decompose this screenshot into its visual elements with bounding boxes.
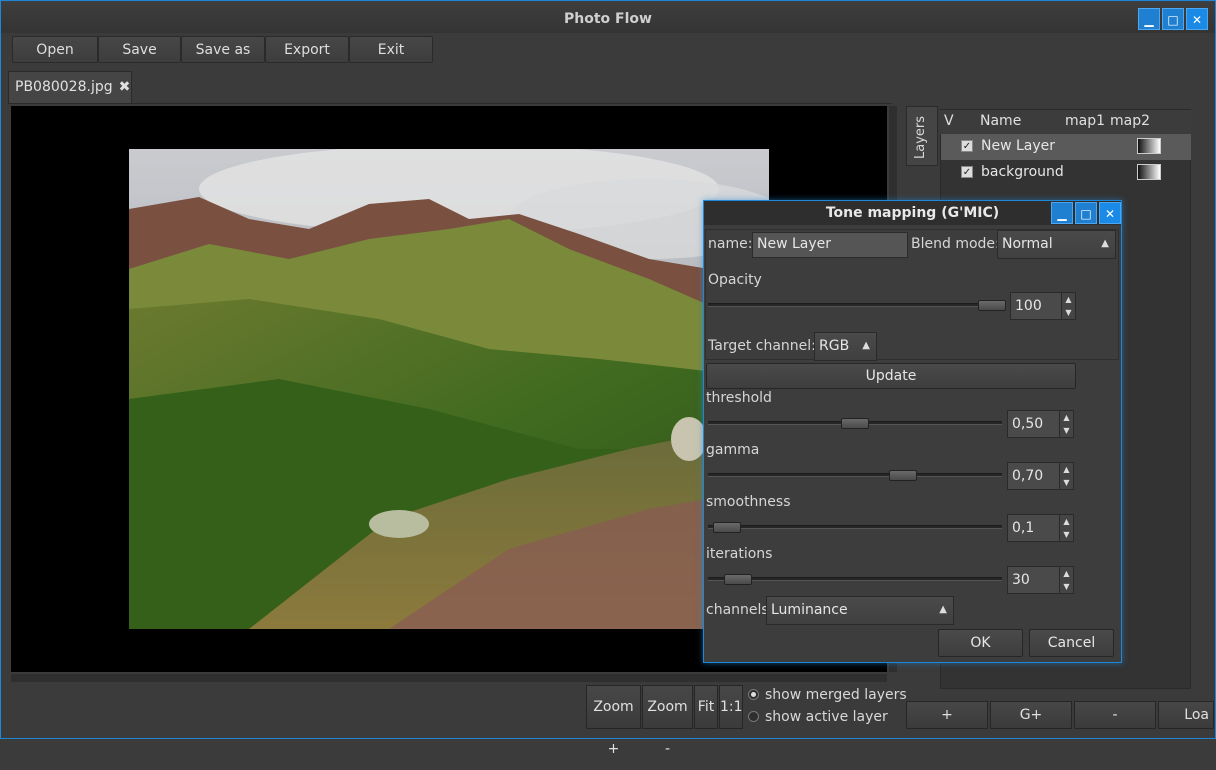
param-spinbox[interactable]: 0,1 ▲ ▼: [1007, 514, 1074, 542]
show-active-radio[interactable]: [748, 711, 759, 722]
spin-down-icon[interactable]: ▼: [1059, 476, 1073, 489]
load-button[interactable]: Loa: [1158, 701, 1214, 729]
chevron-updown-icon: ▲: [862, 340, 870, 351]
photo-image: [129, 149, 769, 629]
param-value: 0,1: [1012, 520, 1035, 536]
zoom-in-button[interactable]: Zoom +: [586, 685, 641, 757]
opacity-value: 100: [1015, 298, 1042, 314]
layer-mask-thumbnail[interactable]: [1137, 138, 1161, 154]
param-spinbox[interactable]: 0,50 ▲ ▼: [1007, 410, 1074, 438]
channels-value: Luminance: [771, 602, 848, 618]
layer-visible-checkbox[interactable]: ✓: [961, 140, 973, 152]
save-as-button[interactable]: Save as: [181, 36, 265, 63]
update-button[interactable]: Update: [706, 363, 1076, 389]
param-spinbox[interactable]: 0,70 ▲ ▼: [1007, 462, 1074, 490]
chevron-updown-icon: ▲: [1101, 238, 1109, 249]
param-slider-handle[interactable]: [889, 470, 917, 481]
spin-down-icon[interactable]: ▼: [1061, 306, 1075, 319]
param-value: 0,50: [1012, 416, 1044, 432]
layers-header: V Name map1 map2: [940, 110, 1191, 134]
opacity-label: Opacity: [708, 272, 762, 288]
col-name: Name: [980, 113, 1022, 129]
zoom-out-button[interactable]: Zoom -: [642, 685, 693, 757]
channels-select[interactable]: Luminance ▲: [766, 596, 954, 625]
opacity-slider-track[interactable]: [708, 303, 1006, 307]
layer-visible-checkbox[interactable]: ✓: [961, 166, 973, 178]
spin-down-icon[interactable]: ▼: [1059, 528, 1073, 541]
one-to-one-button[interactable]: 1:1: [719, 685, 743, 729]
tab-document[interactable]: PB080028.jpg ✖: [8, 71, 132, 103]
opacity-slider-handle[interactable]: [978, 300, 1006, 311]
layer-name: New Layer: [981, 138, 1056, 154]
param-label: gamma: [706, 442, 760, 458]
param-slider-handle[interactable]: [841, 418, 869, 429]
opacity-spinbox[interactable]: 100 ▲ ▼: [1010, 292, 1076, 320]
channels-label: channels: [706, 602, 769, 618]
col-visible: V: [944, 113, 954, 129]
spin-up-icon[interactable]: ▲: [1059, 463, 1073, 476]
param-label: iterations: [706, 546, 773, 562]
param-slider-track[interactable]: [708, 473, 1002, 477]
target-channel-value: RGB: [819, 338, 850, 354]
spin-up-icon[interactable]: ▲: [1061, 293, 1075, 306]
param-slider-track[interactable]: [708, 577, 1002, 581]
fit-button[interactable]: Fit: [694, 685, 718, 729]
param-slider-handle[interactable]: [724, 574, 752, 585]
param-slider-track[interactable]: [708, 525, 1002, 529]
layer-name: background: [981, 164, 1064, 180]
ok-button[interactable]: OK: [938, 629, 1023, 657]
window-title: Photo Flow: [1, 1, 1215, 33]
param-spinbox[interactable]: 30 ▲ ▼: [1007, 566, 1074, 594]
name-label: name:: [708, 236, 753, 252]
param-slider-handle[interactable]: [713, 522, 741, 533]
blend-mode-select[interactable]: Normal ▲: [997, 230, 1116, 259]
show-merged-radio[interactable]: [748, 689, 759, 700]
param-label: threshold: [706, 390, 772, 406]
col-map1: map1: [1065, 113, 1106, 129]
minimize-icon[interactable]: ▁: [1138, 8, 1160, 30]
show-active-label: show active layer: [765, 709, 888, 725]
blend-mode-label: Blend mode:: [911, 236, 1000, 252]
tab-divider: [8, 103, 892, 104]
param-value: 0,70: [1012, 468, 1044, 484]
close-icon[interactable]: ✕: [1186, 8, 1208, 30]
layers-tab[interactable]: Layers: [906, 106, 938, 166]
col-map2: map2: [1110, 113, 1151, 129]
spin-down-icon[interactable]: ▼: [1059, 580, 1073, 593]
canvas-horizontal-scrollbar[interactable]: [11, 674, 887, 682]
dialog-close-icon[interactable]: ✕: [1099, 202, 1121, 224]
tab-label: PB080028.jpg: [15, 79, 113, 95]
export-button[interactable]: Export: [265, 36, 349, 63]
add-group-button[interactable]: G+: [990, 701, 1072, 729]
add-layer-button[interactable]: +: [906, 701, 988, 729]
open-button[interactable]: Open: [12, 36, 98, 63]
target-channel-select[interactable]: RGB ▲: [814, 332, 877, 361]
name-input[interactable]: New Layer: [752, 232, 908, 258]
dialog-minimize-icon[interactable]: ▁: [1051, 202, 1073, 224]
maximize-icon[interactable]: □: [1162, 8, 1184, 30]
chevron-updown-icon: ▲: [939, 604, 947, 615]
layer-row[interactable]: ✓ background: [941, 160, 1191, 186]
cancel-button[interactable]: Cancel: [1029, 629, 1114, 657]
blend-mode-value: Normal: [1002, 236, 1053, 252]
spin-up-icon[interactable]: ▲: [1059, 515, 1073, 528]
layers-tab-label: Layers: [913, 115, 928, 159]
spin-up-icon[interactable]: ▲: [1059, 411, 1073, 424]
spin-up-icon[interactable]: ▲: [1059, 567, 1073, 580]
show-merged-label: show merged layers: [765, 687, 907, 703]
layer-mask-thumbnail[interactable]: [1137, 164, 1161, 180]
save-button[interactable]: Save: [98, 36, 181, 63]
layer-row[interactable]: ✓ New Layer: [941, 134, 1191, 160]
target-channel-label: Target channel:: [708, 338, 816, 354]
exit-button[interactable]: Exit: [349, 36, 433, 63]
dialog-maximize-icon[interactable]: □: [1075, 202, 1097, 224]
tab-close-icon[interactable]: ✖: [119, 79, 131, 95]
spin-down-icon[interactable]: ▼: [1059, 424, 1073, 437]
param-value: 30: [1012, 572, 1030, 588]
remove-layer-button[interactable]: -: [1074, 701, 1156, 729]
param-label: smoothness: [706, 494, 791, 510]
